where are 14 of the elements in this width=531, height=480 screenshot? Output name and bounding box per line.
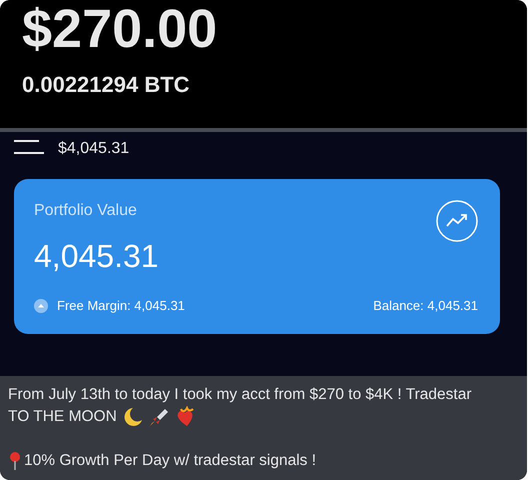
usd-amount: $270.00 bbox=[22, 2, 218, 56]
free-margin: Free Margin: 4,045.31 bbox=[57, 297, 185, 315]
up-circle-icon bbox=[34, 298, 48, 313]
portfolio-value: 4,045.31 bbox=[34, 240, 159, 272]
trend-up-icon[interactable] bbox=[436, 200, 478, 242]
pushpin-icon bbox=[8, 451, 22, 471]
message-text: TO THE MOON bbox=[8, 407, 117, 427]
card-title: Portfolio Value bbox=[34, 201, 137, 221]
btc-amount: 0.00221294 BTC bbox=[22, 71, 190, 99]
menu-icon[interactable] bbox=[14, 139, 44, 155]
balance: Balance: 4,045.31 bbox=[373, 297, 478, 315]
message-text: 10% Growth Per Day w/ tradestar signals ! bbox=[24, 451, 316, 471]
total-balance: $4,045.31 bbox=[58, 139, 130, 159]
message-text: From July 13th to today I took my acct from $270 to $4K ! Tradestar bbox=[8, 385, 472, 405]
